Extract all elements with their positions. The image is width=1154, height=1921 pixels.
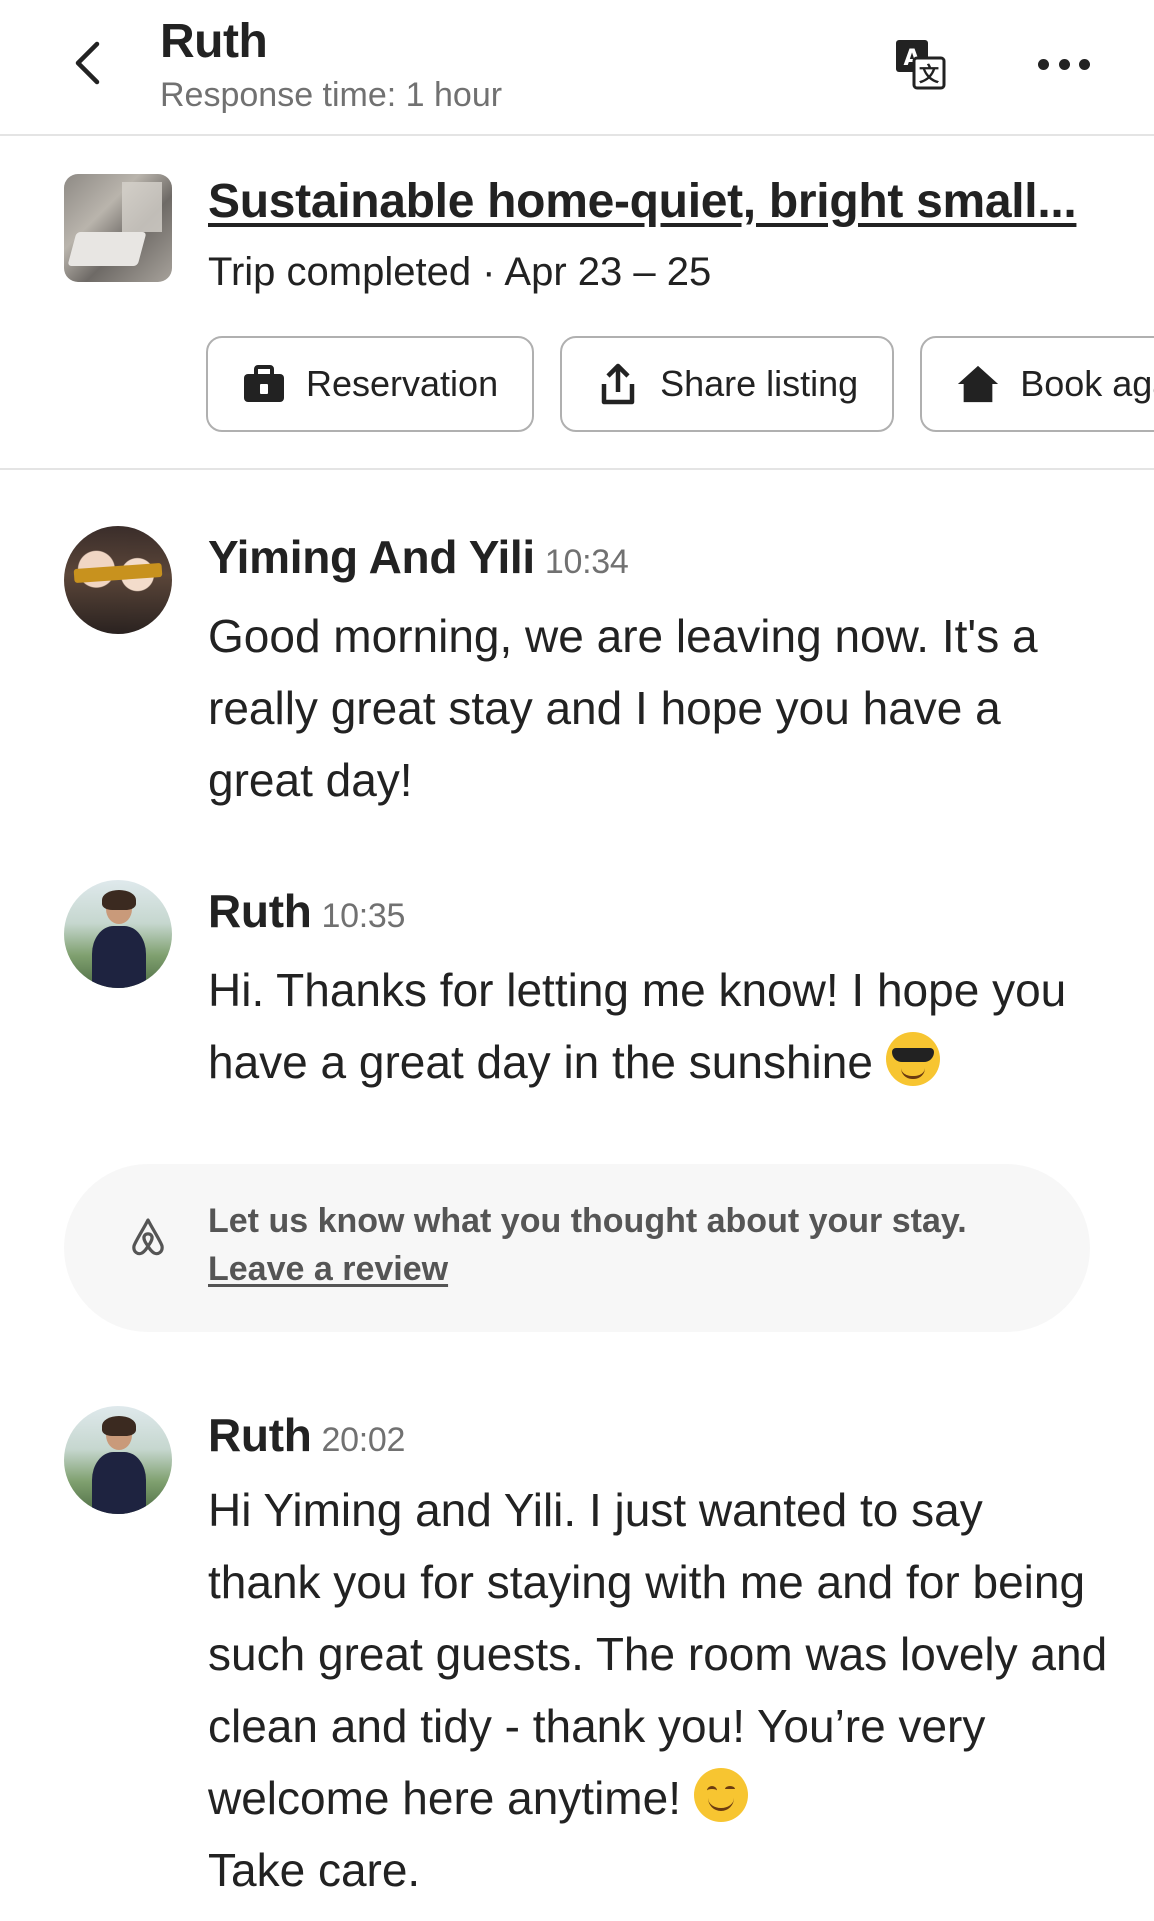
listing-title-link[interactable]: Sustainable home-quiet, bright small...	[208, 174, 1077, 229]
listing-thumbnail[interactable]	[64, 174, 172, 282]
sender-name: Yiming And Yili	[208, 531, 535, 583]
reservation-button[interactable]: Reservation	[206, 336, 535, 432]
leave-review-link[interactable]: Leave a review	[208, 1250, 448, 1289]
reservation-label: Reservation	[306, 363, 499, 404]
avatar[interactable]	[64, 1406, 172, 1514]
sender-name: Ruth	[208, 885, 312, 937]
review-prompt: Let us know what you thought about your …	[208, 1202, 967, 1240]
smile-emoji-icon	[693, 1768, 748, 1822]
translate-button[interactable]: A 文	[892, 36, 948, 92]
share-listing-button[interactable]: Share listing	[560, 336, 895, 432]
review-banner: Let us know what you thought about your …	[64, 1164, 1090, 1332]
response-time: Response time: 1 hour	[160, 76, 503, 114]
more-horizontal-icon	[1038, 58, 1049, 70]
sender-name: Ruth	[208, 1409, 312, 1461]
share-icon	[596, 362, 640, 406]
message-text: Hi Yiming and Yili. I just wanted to say…	[208, 1484, 1108, 1896]
listing-actions: Reservation Share listing Book again	[206, 336, 1154, 432]
airbnb-logo-icon	[132, 1218, 164, 1256]
translate-icon: A 文	[896, 40, 946, 90]
page-title: Ruth	[160, 15, 268, 68]
avatar[interactable]	[64, 880, 172, 988]
message-text: Good morning, we are leaving now. It's a…	[208, 610, 1038, 806]
home-icon	[956, 362, 1000, 406]
more-options-button[interactable]	[1038, 46, 1090, 82]
message-time: 10:35	[321, 897, 406, 935]
svg-text:文: 文	[919, 62, 940, 86]
share-listing-label: Share listing	[660, 363, 859, 404]
message-time: 20:02	[321, 1421, 406, 1459]
sunglasses-emoji-icon	[885, 1032, 940, 1086]
message-sender: Yiming And Yili 10:34	[208, 530, 629, 584]
divider	[0, 468, 1154, 470]
avatar[interactable]	[64, 526, 172, 634]
message-text: Hi. Thanks for letting me know! I hope y…	[208, 964, 1067, 1088]
conversation-screen: Ruth Response time: 1 hour A 文 Sustainab…	[0, 0, 1154, 1921]
suitcase-icon	[242, 362, 286, 406]
message-sender: Ruth 20:02	[208, 1408, 405, 1462]
trip-status: Trip completed · Apr 23 – 25	[208, 250, 712, 294]
message-sender: Ruth 10:35	[208, 884, 405, 938]
back-button[interactable]	[62, 38, 112, 88]
book-again-label: Book again	[1020, 363, 1154, 404]
book-again-button[interactable]: Book again	[920, 336, 1154, 432]
conversation-header: Ruth Response time: 1 hour A 文	[0, 0, 1154, 136]
chevron-left-icon	[75, 41, 100, 85]
message-time: 10:34	[544, 543, 629, 581]
